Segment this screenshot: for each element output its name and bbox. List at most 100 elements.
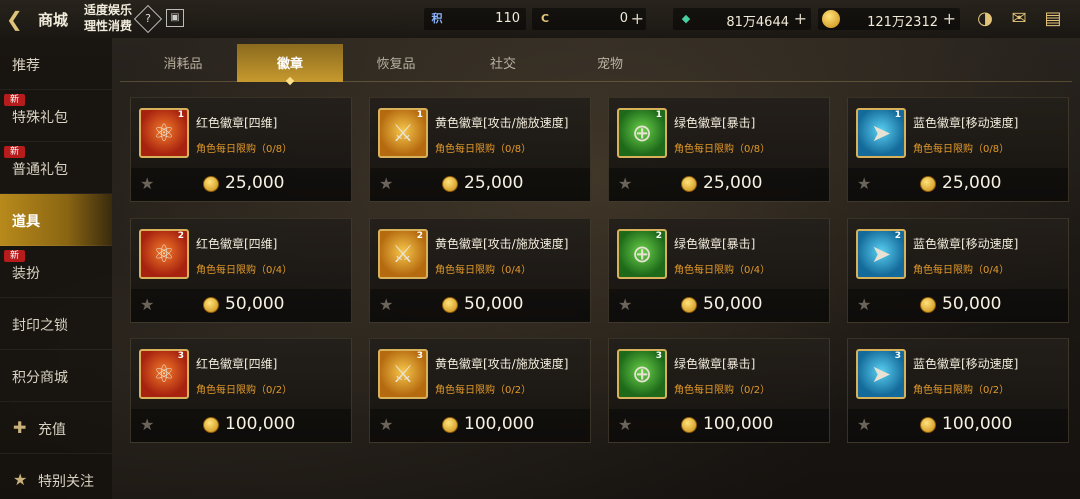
favorite-star-icon[interactable]: ★: [618, 174, 632, 193]
item-card[interactable]: ⚔ 3 黄色徽章[攻击/施放速度] 角色每日限购（0/2） ★ 100,000: [369, 338, 591, 443]
price-bar[interactable]: ★ 50,000: [131, 289, 351, 322]
badge-blue-icon: ➤ 2: [856, 229, 906, 279]
item-price: 100,000: [703, 414, 774, 434]
badge-level: 3: [416, 351, 423, 361]
favorite-star-icon[interactable]: ★: [140, 295, 154, 314]
tab-pet[interactable]: 宠物: [557, 44, 663, 82]
price-bar[interactable]: ★ 25,000: [609, 168, 829, 201]
gold-coin-icon: ●: [822, 10, 840, 28]
gold-coin-icon: [203, 176, 219, 192]
price-bar[interactable]: ★ 25,000: [848, 168, 1068, 201]
favorite-star-icon[interactable]: ★: [857, 174, 871, 193]
sidebar-item-seal-lock[interactable]: 封印之锁: [0, 298, 112, 350]
tab-social[interactable]: 社交: [450, 44, 556, 82]
sidebar-item-label: 积分商城: [12, 370, 68, 386]
badge-blue-icon: ➤ 3: [856, 349, 906, 399]
badge-level: 2: [177, 231, 184, 241]
price-bar[interactable]: ★ 100,000: [848, 409, 1068, 442]
chat-icon[interactable]: ▤: [1040, 7, 1066, 31]
purchase-limit: 角色每日限购（0/2）: [196, 385, 293, 396]
item-name: 红色徽章[四维]: [196, 116, 278, 130]
gold-coin-icon: [203, 297, 219, 313]
item-card[interactable]: ⊕ 1 绿色徽章[暴击] 角色每日限购（0/8） ★ 25,000: [608, 97, 830, 202]
health-notice: 适度娱乐 理性消费: [84, 2, 132, 34]
item-price: 25,000: [464, 173, 524, 193]
purchase-limit: 角色每日限购（0/8）: [196, 144, 293, 155]
badge-level: 1: [416, 110, 423, 120]
item-card[interactable]: ➤ 2 蓝色徽章[移动速度] 角色每日限购（0/4） ★ 50,000: [847, 218, 1069, 323]
mail-icon[interactable]: ✉: [1006, 7, 1032, 31]
badge-red-icon: ⚛ 1: [139, 108, 189, 158]
back-arrow-icon[interactable]: ❮: [6, 8, 28, 30]
c-plus-button[interactable]: +: [631, 9, 644, 28]
sidebar-item-normal-pack[interactable]: 新 普通礼包: [0, 142, 112, 194]
item-price: 50,000: [464, 294, 524, 314]
item-card[interactable]: ⚛ 3 红色徽章[四维] 角色每日限购（0/2） ★ 100,000: [130, 338, 352, 443]
badge-yellow-icon: ⚔ 1: [378, 108, 428, 158]
sidebar-item-recommend[interactable]: 推荐: [0, 38, 112, 90]
sidebar-item-costume[interactable]: 新 装扮: [0, 246, 112, 298]
purchase-limit: 角色每日限购（0/4）: [435, 265, 532, 276]
favorite-star-icon[interactable]: ★: [379, 415, 393, 434]
gold-plus-button[interactable]: +: [943, 9, 956, 28]
item-card[interactable]: ⊕ 2 绿色徽章[暴击] 角色每日限购（0/4） ★ 50,000: [608, 218, 830, 323]
item-price: 25,000: [942, 173, 1002, 193]
tab-consumables[interactable]: 消耗品: [130, 44, 236, 82]
item-card[interactable]: ➤ 1 蓝色徽章[移动速度] 角色每日限购（0/8） ★ 25,000: [847, 97, 1069, 202]
c-coin-icon: C: [540, 12, 550, 25]
tab-badges[interactable]: 徽章: [237, 44, 343, 82]
price-bar[interactable]: ★ 50,000: [848, 289, 1068, 322]
sidebar-item-points-shop[interactable]: 积分商城: [0, 350, 112, 402]
price-bar[interactable]: ★ 25,000: [370, 168, 590, 201]
badge-blue-icon: ➤ 1: [856, 108, 906, 158]
gem-plus-button[interactable]: +: [794, 9, 807, 28]
item-card[interactable]: ⚔ 1 黄色徽章[攻击/施放速度] 角色每日限购（0/8） ★ 25,000: [369, 97, 591, 202]
sidebar-item-label: 道具: [12, 214, 40, 230]
price-bar[interactable]: ★ 50,000: [370, 289, 590, 322]
badge-yellow-icon: ⚔ 3: [378, 349, 428, 399]
gold-coin-icon: [442, 417, 458, 433]
item-card[interactable]: ⊕ 3 绿色徽章[暴击] 角色每日限购（0/2） ★ 100,000: [608, 338, 830, 443]
gold-coin-icon: [442, 176, 458, 192]
notice-line-1: 适度娱乐: [84, 3, 133, 17]
price-bar[interactable]: ★ 100,000: [609, 409, 829, 442]
favorite-star-icon[interactable]: ★: [618, 295, 632, 314]
price-bar[interactable]: ★ 100,000: [370, 409, 590, 442]
sidebar-item-recharge[interactable]: ✚ 充值: [0, 402, 112, 454]
favorite-star-icon[interactable]: ★: [140, 174, 154, 193]
badge-level: 1: [177, 110, 184, 120]
pot-icon[interactable]: ◑: [972, 7, 998, 31]
favorite-star-icon[interactable]: ★: [618, 415, 632, 434]
favorite-star-icon[interactable]: ★: [857, 415, 871, 434]
favorite-star-icon[interactable]: ★: [379, 174, 393, 193]
item-price: 25,000: [703, 173, 763, 193]
calendar-icon[interactable]: ▣: [166, 9, 184, 27]
sidebar-item-props[interactable]: 道具: [0, 194, 112, 246]
new-badge: 新: [4, 146, 26, 158]
tab-recovery[interactable]: 恢复品: [343, 44, 449, 82]
item-card[interactable]: ⚛ 1 红色徽章[四维] 角色每日限购（0/8） ★ 25,000: [130, 97, 352, 202]
badge-level: 3: [894, 351, 901, 361]
item-name: 黄色徽章[攻击/施放速度]: [435, 357, 569, 371]
top-bar: ❮ 商城 适度娱乐 理性消费 ? ▣ 积 110 C 0 + ◆ 81万4644…: [0, 0, 1080, 38]
item-name: 蓝色徽章[移动速度]: [913, 116, 1019, 130]
badge-yellow-icon: ⚔ 2: [378, 229, 428, 279]
item-card[interactable]: ⚔ 2 黄色徽章[攻击/施放速度] 角色每日限购（0/4） ★ 50,000: [369, 218, 591, 323]
item-price: 100,000: [942, 414, 1013, 434]
badge-green-icon: ⊕ 3: [617, 349, 667, 399]
help-icon[interactable]: ?: [133, 4, 163, 34]
sidebar-item-special-pack[interactable]: 新 特殊礼包: [0, 90, 112, 142]
badge-level: 1: [655, 110, 662, 120]
item-name: 蓝色徽章[移动速度]: [913, 357, 1019, 371]
price-bar[interactable]: ★ 25,000: [131, 168, 351, 201]
favorite-star-icon[interactable]: ★: [140, 415, 154, 434]
item-card[interactable]: ➤ 3 蓝色徽章[移动速度] 角色每日限购（0/2） ★ 100,000: [847, 338, 1069, 443]
favorite-star-icon[interactable]: ★: [379, 295, 393, 314]
price-bar[interactable]: ★ 100,000: [131, 409, 351, 442]
badge-level: 1: [894, 110, 901, 120]
item-card[interactable]: ⚛ 2 红色徽章[四维] 角色每日限购（0/4） ★ 50,000: [130, 218, 352, 323]
price-bar[interactable]: ★ 50,000: [609, 289, 829, 322]
favorite-star-icon[interactable]: ★: [857, 295, 871, 314]
sidebar-item-special-watch[interactable]: ★ 特别关注: [0, 454, 112, 499]
item-name: 绿色徽章[暴击]: [674, 116, 756, 130]
